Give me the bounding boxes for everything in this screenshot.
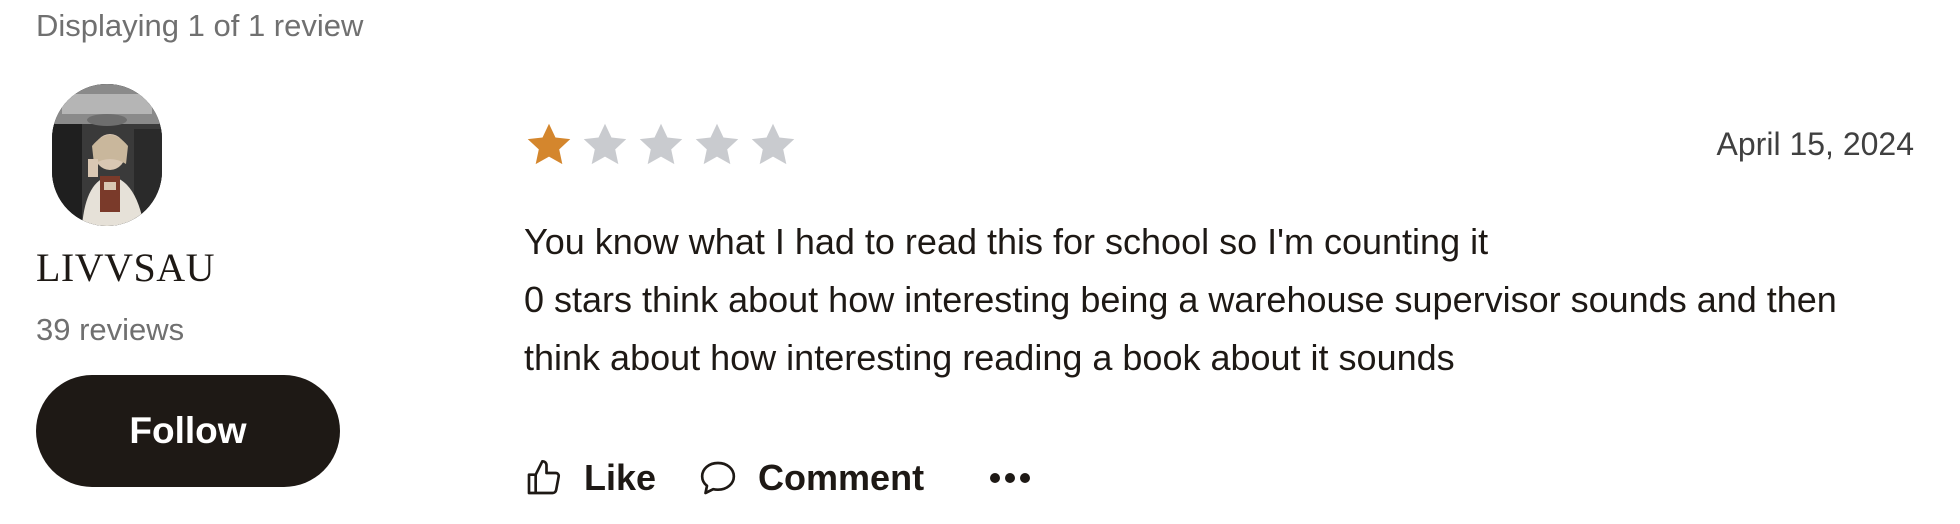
- star-empty-icon: [583, 123, 627, 165]
- star-empty-icon: [639, 123, 683, 165]
- ellipsis-icon: [990, 473, 1001, 483]
- review-actions: Like Comment: [524, 457, 1031, 499]
- reviewer-review-count[interactable]: 39 reviews: [36, 312, 184, 348]
- comment-label: Comment: [758, 457, 925, 498]
- reviewer-name[interactable]: LIVVSAU: [36, 244, 215, 291]
- comment-button[interactable]: Comment: [698, 457, 924, 499]
- review-date[interactable]: April 15, 2024: [1717, 126, 1914, 163]
- like-button[interactable]: Like: [524, 457, 656, 499]
- ellipsis-icon: [1005, 473, 1016, 483]
- avatar[interactable]: [52, 84, 162, 226]
- review-list-page: Displaying 1 of 1 review LIVVSAU 39 revi…: [0, 0, 1960, 524]
- ellipsis-icon: [1020, 473, 1031, 483]
- more-options-button[interactable]: [990, 473, 1031, 483]
- like-label: Like: [584, 457, 657, 498]
- star-filled-icon: [527, 123, 571, 165]
- speech-bubble-icon: [700, 461, 736, 495]
- star-rating: [524, 120, 798, 170]
- star-empty-icon: [695, 123, 739, 165]
- review-text-line: 0 stars think about how interesting bein…: [524, 279, 1837, 378]
- review-text: You know what I had to read this for sch…: [524, 213, 1914, 387]
- avatar-photo: [52, 84, 162, 226]
- review-count-summary: Displaying 1 of 1 review: [36, 8, 364, 43]
- thumbs-up-icon: [527, 460, 561, 495]
- star-empty-icon: [751, 123, 795, 165]
- follow-button[interactable]: Follow: [36, 375, 340, 487]
- review-text-line: You know what I had to read this for sch…: [524, 221, 1489, 262]
